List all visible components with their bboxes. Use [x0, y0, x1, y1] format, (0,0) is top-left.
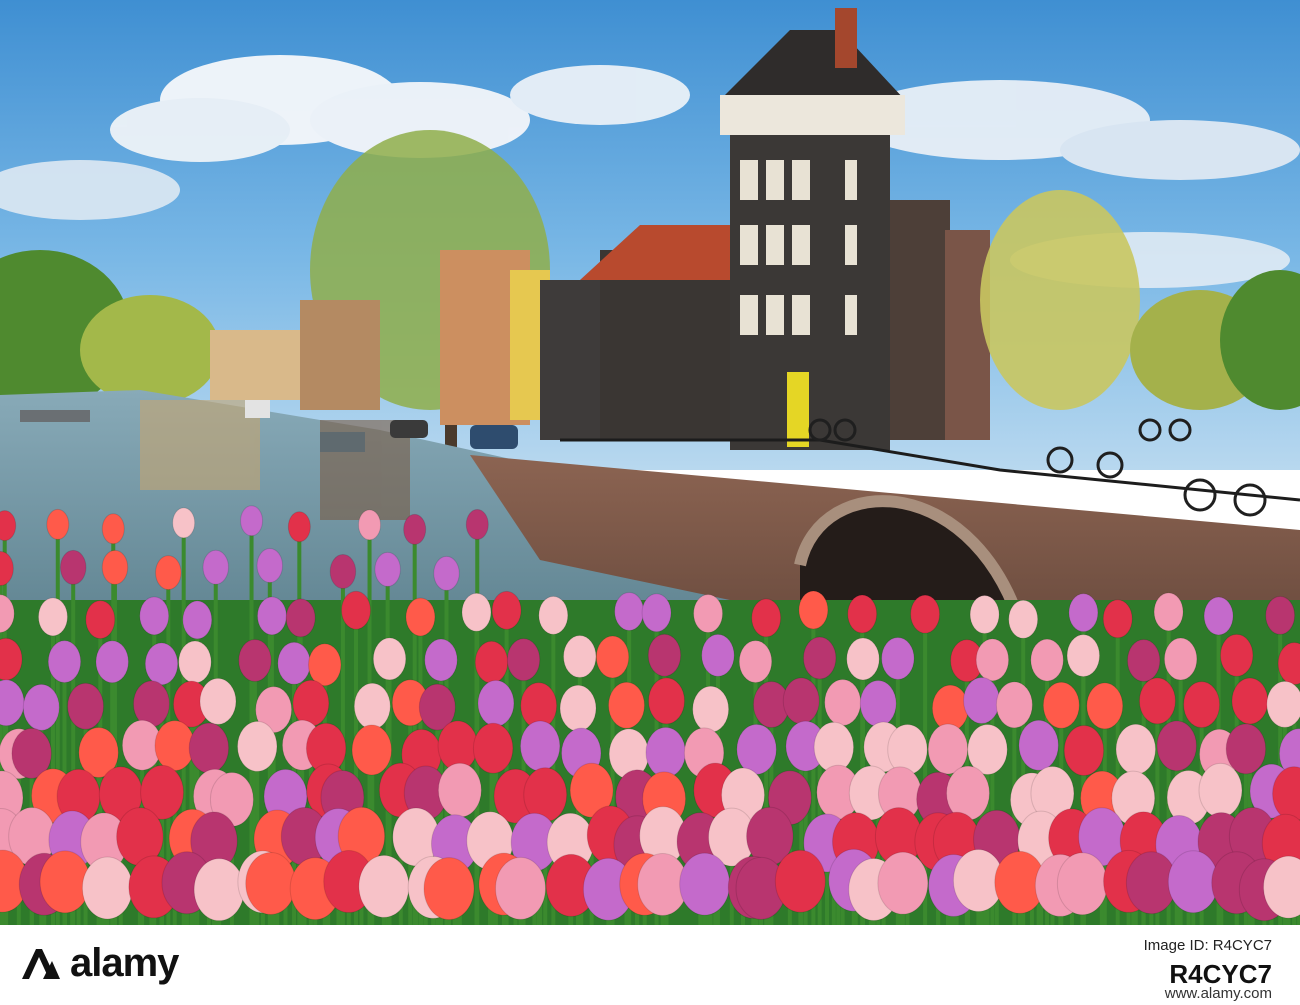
canal-photo: [0, 0, 1300, 925]
alamy-logo-icon: [22, 949, 60, 979]
logo-text: alamy: [70, 940, 179, 985]
site-url: www.alamy.com: [1164, 985, 1272, 1002]
image-id-label: Image ID: R4CYC7: [1143, 937, 1272, 954]
watermark-footer: alamy Image ID: R4CYC7 R4CYC7 www.alamy.…: [0, 925, 1300, 1005]
corner-house: [720, 8, 905, 450]
alamy-logo: alamy: [18, 939, 179, 987]
